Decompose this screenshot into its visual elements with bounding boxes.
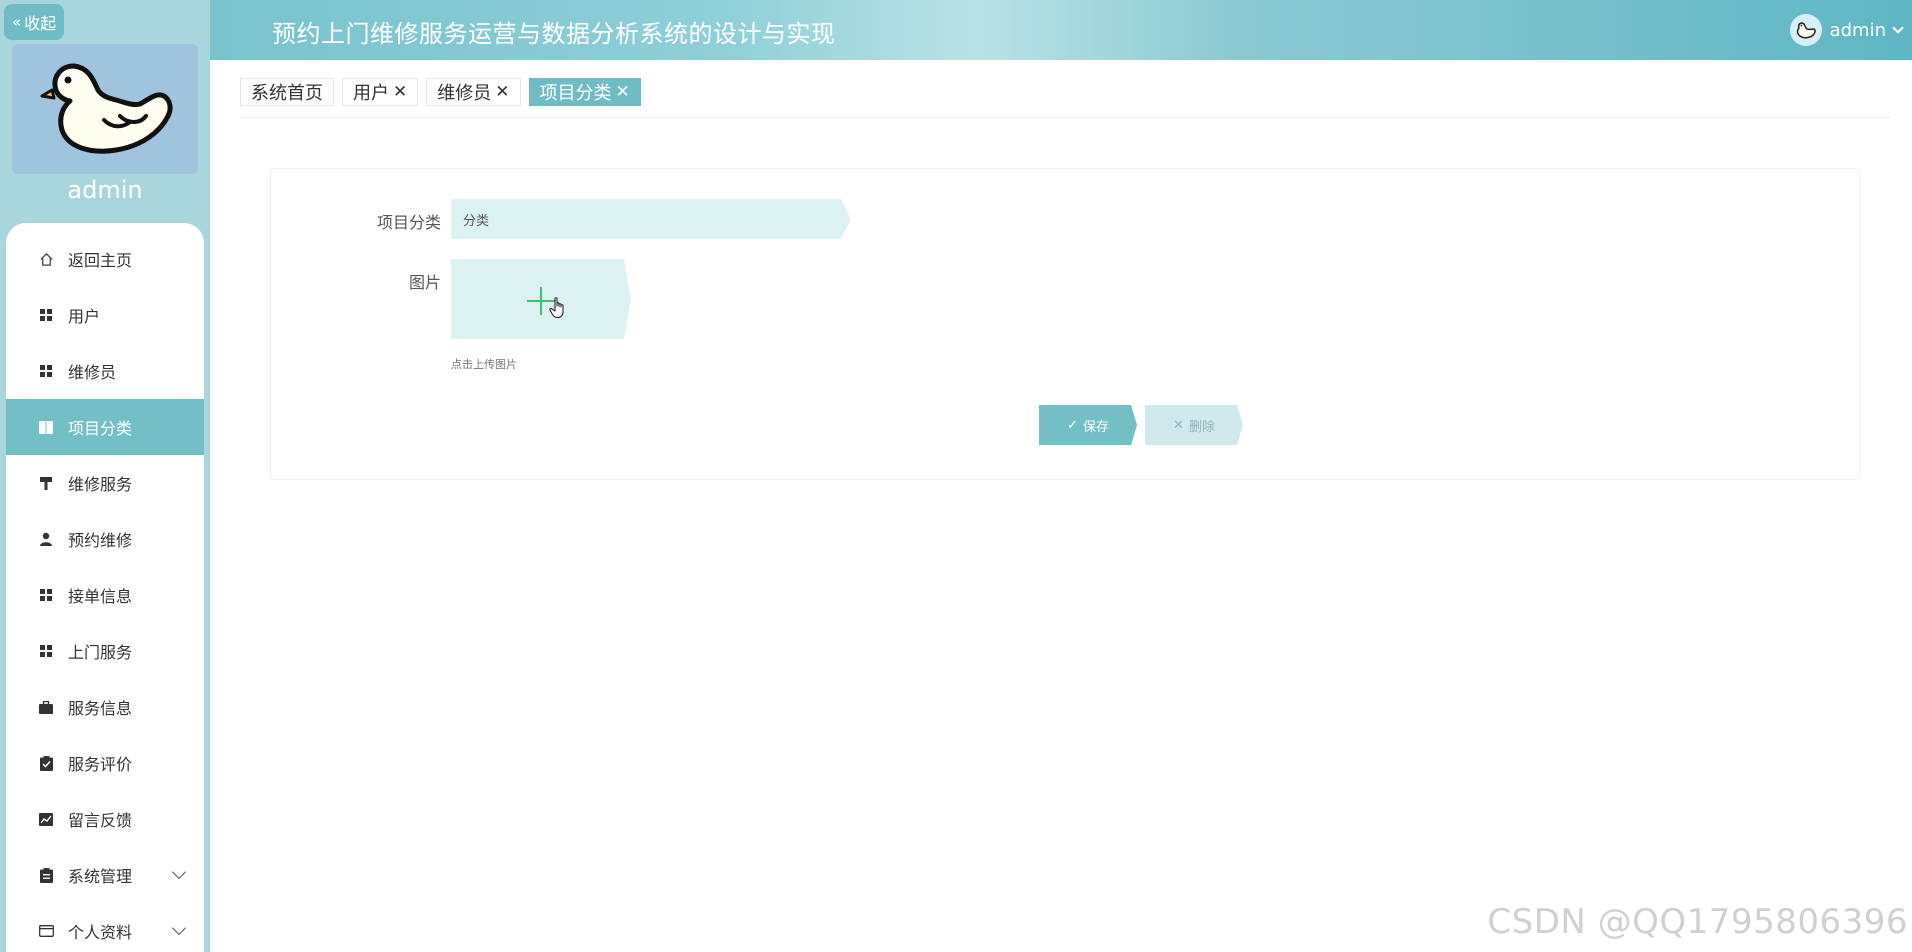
sidebar-item-label: 接单信息	[68, 587, 133, 606]
collapse-label: 收起	[24, 14, 57, 33]
category-input[interactable]	[451, 199, 851, 239]
sidebar-item-onsite-service[interactable]: 上门服务	[6, 623, 204, 679]
image-label: 图片	[408, 273, 441, 292]
sidebar-item-profile[interactable]: 个人资料	[6, 903, 204, 952]
sidebar-item-label: 上门服务	[68, 643, 133, 662]
tab-repairmen[interactable]: 维修员 ✕	[426, 78, 521, 106]
clipboard-icon	[38, 867, 54, 883]
page-title: 预约上门维修服务运营与数据分析系统的设计与实现	[272, 20, 836, 48]
tab-home[interactable]: 系统首页	[240, 78, 334, 106]
sidebar-item-label: 用户	[68, 307, 101, 326]
sidebar-item-label: 服务信息	[68, 699, 133, 718]
id-card-icon	[38, 923, 54, 939]
sidebar-item-label: 服务评价	[68, 755, 133, 774]
sidebar-username: admin	[67, 176, 143, 204]
tab-label: 维修员	[437, 83, 492, 104]
sidebar-item-label: 系统管理	[68, 867, 133, 886]
sidebar-item-label: 返回主页	[68, 251, 133, 270]
hand-cursor-icon	[549, 297, 567, 325]
avatar	[12, 44, 198, 174]
sidebar-item-label: 项目分类	[68, 419, 133, 438]
duck-avatar-icon	[40, 63, 173, 154]
sidebar-item-label: 预约维修	[68, 531, 133, 550]
sidebar-item-label: 维修员	[68, 363, 117, 382]
category-input-wrapper	[451, 199, 851, 239]
sidebar-item-label: 留言反馈	[68, 811, 133, 830]
category-label: 项目分类	[376, 213, 441, 232]
delete-button[interactable]: ✕ 删除	[1145, 405, 1243, 445]
tab-label: 系统首页	[251, 83, 323, 104]
header-username: admin	[1829, 19, 1886, 41]
tags-bar: 系统首页 用户 ✕ 维修员 ✕ 项目分类 ✕	[240, 78, 1890, 118]
check-icon: ✓	[1067, 417, 1078, 433]
form-card: 项目分类 图片 点击上传图片 ✓ 保存 ✕ 删除	[270, 168, 1860, 480]
upload-tip: 点击上传图片	[451, 358, 517, 371]
grid-icon	[38, 363, 54, 379]
user-menu[interactable]: admin	[1789, 12, 1904, 48]
sidebar-item-home[interactable]: 返回主页	[6, 231, 204, 287]
double-chevron-left-icon: «	[12, 13, 22, 31]
hammer-icon	[38, 475, 54, 491]
sidebar-menu: 返回主页 用户 维修员 项目分类 维修服务 预约维修 接单信息 上门服务 服务信…	[6, 223, 204, 952]
tab-project-category[interactable]: 项目分类 ✕	[528, 78, 641, 106]
tab-users[interactable]: 用户 ✕	[342, 78, 419, 106]
close-icon[interactable]: ✕	[393, 82, 407, 102]
tab-label: 项目分类	[539, 83, 612, 104]
sidebar-item-users[interactable]: 用户	[6, 287, 204, 343]
grid-icon	[38, 643, 54, 659]
close-icon: ✕	[1173, 417, 1184, 433]
home-icon	[38, 251, 54, 267]
sidebar-item-service-info[interactable]: 服务信息	[6, 679, 204, 735]
duck-avatar-icon	[1796, 22, 1816, 39]
top-header: 预约上门维修服务运营与数据分析系统的设计与实现 admin	[210, 0, 1912, 60]
chart-icon	[38, 811, 54, 827]
chevron-down-icon	[171, 864, 187, 880]
sidebar-item-repair-service[interactable]: 维修服务	[6, 455, 204, 511]
grid-icon	[38, 587, 54, 603]
sidebar-item-project-category[interactable]: 项目分类	[6, 399, 204, 455]
sidebar-item-feedback[interactable]: 留言反馈	[6, 791, 204, 847]
close-icon[interactable]: ✕	[616, 82, 630, 102]
sidebar-item-booking[interactable]: 预约维修	[6, 511, 204, 567]
save-button-label: 保存	[1082, 419, 1109, 435]
save-button[interactable]: ✓ 保存	[1039, 405, 1137, 445]
watermark: CSDN @QQ1795806396	[1487, 902, 1908, 942]
clipboard-check-icon	[38, 755, 54, 771]
book-icon	[38, 419, 54, 435]
user-icon	[38, 531, 54, 547]
sidebar-item-service-review[interactable]: 服务评价	[6, 735, 204, 791]
tab-label: 用户	[353, 83, 389, 104]
sidebar-item-system-management[interactable]: 系统管理	[6, 847, 204, 903]
image-upload[interactable]	[451, 259, 631, 339]
grid-icon	[38, 307, 54, 323]
sidebar-item-repairmen[interactable]: 维修员	[6, 343, 204, 399]
chevron-down-icon	[1892, 22, 1904, 34]
sidebar-item-label: 维修服务	[68, 475, 133, 494]
delete-button-label: 删除	[1188, 419, 1215, 435]
close-icon[interactable]: ✕	[495, 82, 509, 102]
sidebar-item-label: 个人资料	[68, 923, 133, 942]
sidebar-item-orders[interactable]: 接单信息	[6, 567, 204, 623]
chevron-down-icon	[171, 920, 187, 936]
sidebar: « 收起 admin 返回主页 用户 维修员 项目分类 维修服务 预约维修 接单…	[0, 0, 210, 952]
avatar	[1789, 14, 1822, 46]
briefcase-icon	[38, 699, 54, 715]
collapse-button[interactable]: « 收起	[4, 4, 65, 40]
